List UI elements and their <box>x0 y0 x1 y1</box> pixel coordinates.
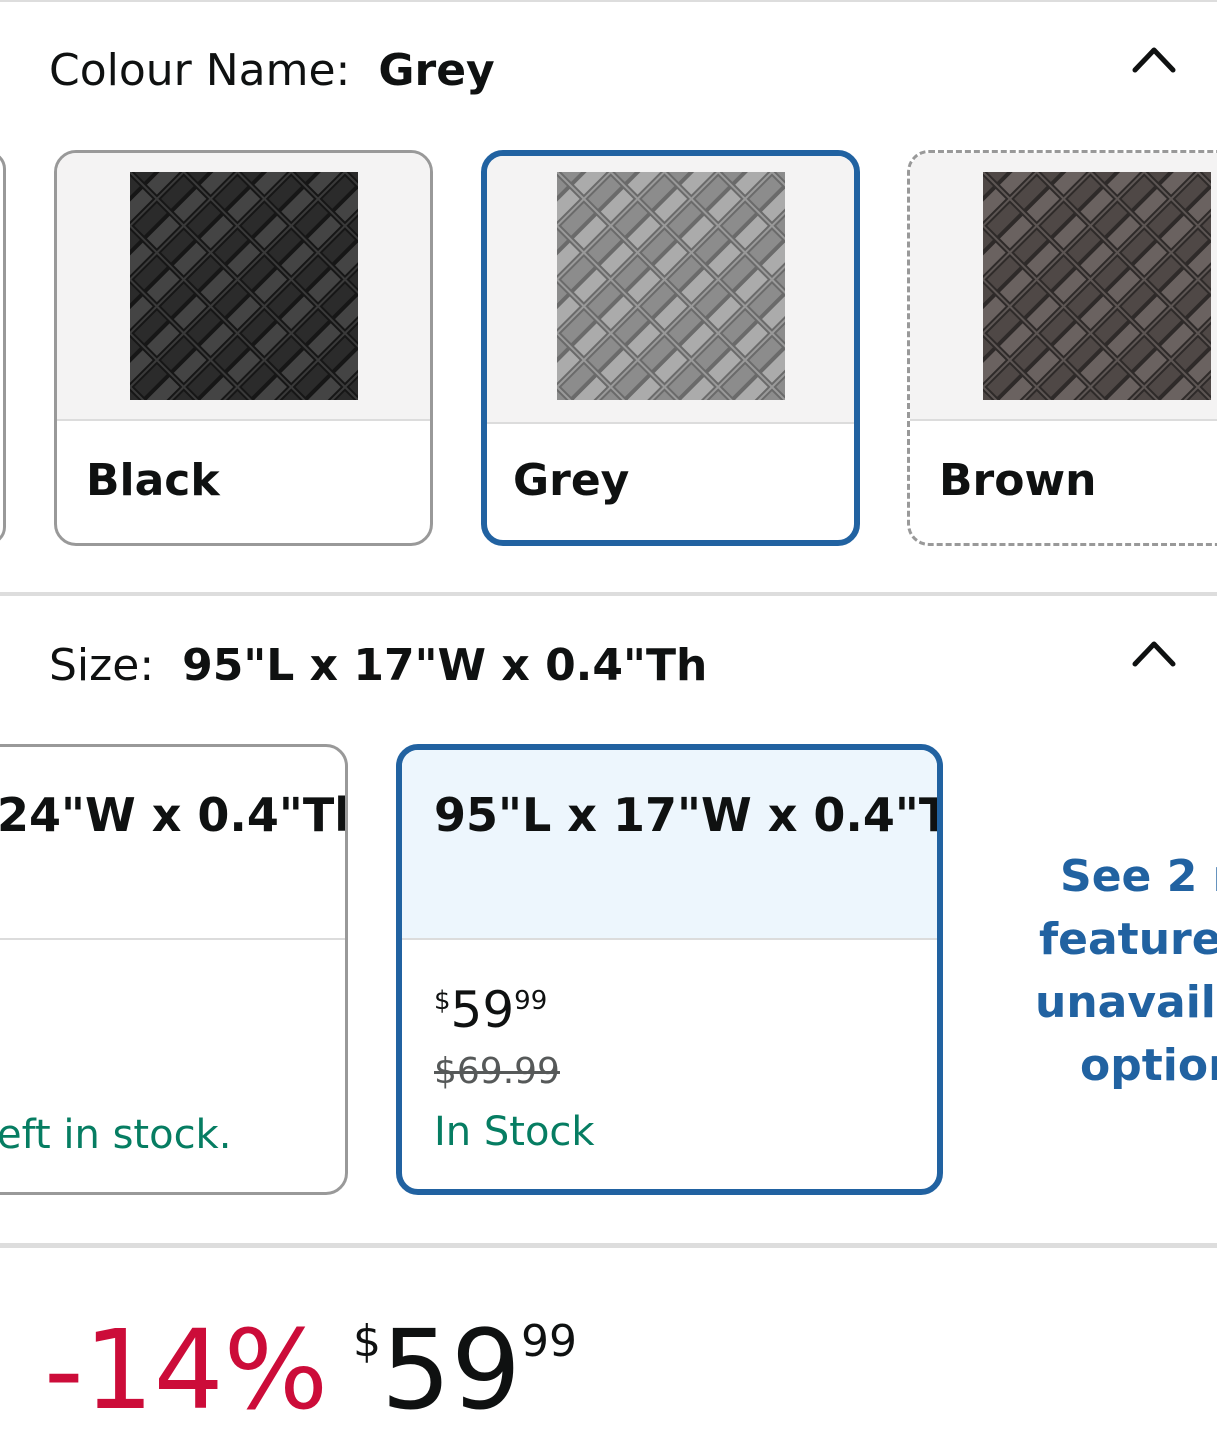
size-label: Size: <box>49 640 155 691</box>
size-option-price: $5999 <box>434 982 547 1038</box>
colour-header: Colour Name: Grey <box>49 45 495 97</box>
swatch-image-area <box>910 153 1217 421</box>
price-currency: $ <box>434 986 451 1016</box>
swatch-brown[interactable]: Brown <box>907 150 1217 546</box>
swatch-grey-label: Grey <box>513 455 630 506</box>
swatch-grey[interactable]: Grey <box>481 150 860 546</box>
more-link-line: See 2 n <box>1060 851 1217 902</box>
size-option-title: 24"W x 0.4"Th <box>0 788 348 842</box>
current-price: $5999 <box>353 1310 577 1430</box>
size-option-title: 95"L x 17"W x 0.4"Th <box>434 788 943 842</box>
price-whole: 59 <box>381 1306 521 1434</box>
brown-texture-image <box>983 172 1211 400</box>
collapse-colour-chevron-up-icon[interactable] <box>1131 44 1177 74</box>
section-divider <box>0 1243 1217 1248</box>
swatch-black-label: Black <box>86 455 220 506</box>
size-option-list-price: $69.99 <box>434 1051 560 1092</box>
discount-percent: -14% <box>44 1306 329 1434</box>
size-option-stock: In Stock <box>434 1109 595 1155</box>
grey-texture-image <box>557 172 785 400</box>
section-divider <box>0 592 1217 596</box>
size-option-header: 95"L x 17"W x 0.4"Th <box>402 750 937 940</box>
price-fraction: 99 <box>514 986 548 1016</box>
see-unavailable-options-link[interactable]: See 2 n featured unavaila option <box>1028 845 1217 1097</box>
colour-selected-value: Grey <box>378 45 495 96</box>
price-currency: $ <box>353 1316 381 1367</box>
swatch-offscreen-left[interactable] <box>0 151 6 545</box>
more-link-line: featured <box>1039 914 1217 965</box>
size-option-selected-card[interactable]: 95"L x 17"W x 0.4"Th $5999 $69.99 In Sto… <box>396 744 943 1195</box>
size-header: Size: 95"L x 17"W x 0.4"Th <box>49 640 707 692</box>
colour-label: Colour Name: <box>49 45 351 96</box>
swatch-image-area <box>57 153 430 421</box>
size-option-stock: eft in stock. <box>0 1112 232 1158</box>
size-option-header: 24"W x 0.4"Th <box>0 747 345 940</box>
collapse-size-chevron-up-icon[interactable] <box>1131 638 1177 668</box>
swatch-image-area <box>487 156 854 424</box>
size-selected-value: 95"L x 17"W x 0.4"Th <box>182 640 708 691</box>
swatch-brown-label: Brown <box>939 455 1097 506</box>
black-texture-image <box>130 172 358 400</box>
more-link-line: option <box>1080 1040 1217 1091</box>
price-fraction: 99 <box>520 1316 577 1367</box>
size-option-card[interactable]: 24"W x 0.4"Th eft in stock. <box>0 744 348 1195</box>
price-whole: 59 <box>450 981 515 1039</box>
swatch-black[interactable]: Black <box>54 150 433 546</box>
top-divider <box>0 0 1217 2</box>
more-link-line: unavaila <box>1035 977 1217 1028</box>
